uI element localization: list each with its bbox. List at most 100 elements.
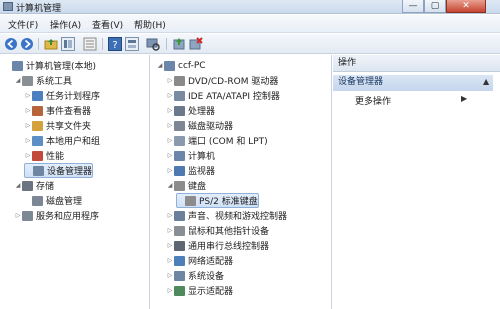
- tree-item-label: 共享文件夹: [46, 122, 92, 132]
- tree-item-label: 计算机管理(本地): [26, 62, 97, 72]
- scan-hardware-icon[interactable]: [146, 37, 160, 51]
- tree-item-label: 服务和应用程序: [36, 212, 100, 222]
- tree-item-label: 键盘: [188, 182, 207, 192]
- expand-arrow-icon[interactable]: ▷: [24, 122, 32, 129]
- forward-icon[interactable]: [20, 37, 34, 51]
- device-item[interactable]: ▷ 处理器: [166, 103, 215, 118]
- expand-arrow-icon[interactable]: ▷: [24, 137, 32, 144]
- tree-item-label: 端口 (COM 和 LPT): [188, 137, 268, 147]
- close-button[interactable]: ✕: [446, 0, 486, 13]
- tree-item[interactable]: ▷ 事件查看器: [24, 103, 91, 118]
- event-viewer-icon: [32, 105, 43, 116]
- expand-arrow-icon[interactable]: ▷: [14, 212, 22, 219]
- expand-arrow-icon[interactable]: ▷: [166, 122, 174, 129]
- device-item[interactable]: ▷ 监视器: [166, 163, 215, 178]
- minimize-button[interactable]: —: [402, 0, 424, 13]
- actions-header: 操作: [333, 55, 500, 72]
- shared-folder-icon: [32, 120, 43, 131]
- tree-item[interactable]: ▷ 服务和应用程序: [14, 208, 99, 223]
- device-item[interactable]: ▷ 系统设备: [166, 268, 224, 283]
- export-icon[interactable]: [83, 37, 97, 51]
- tree-item-label: DVD/CD-ROM 驱动器: [188, 77, 279, 87]
- device-item[interactable]: ▷ 显示适配器: [166, 283, 233, 298]
- back-icon[interactable]: [4, 37, 18, 51]
- device-item[interactable]: PS/2 标准键盘: [176, 193, 259, 208]
- tree-item-label: 系统工具: [36, 77, 73, 87]
- show-tree-icon[interactable]: [61, 37, 75, 51]
- expand-arrow-icon[interactable]: ▷: [166, 212, 174, 219]
- tree-item[interactable]: ◢ 存储: [14, 178, 54, 193]
- expand-arrow-icon[interactable]: ▷: [166, 272, 174, 279]
- device-item[interactable]: ▷ 鼠标和其他指针设备: [166, 223, 269, 238]
- expand-arrow-icon[interactable]: ▷: [166, 77, 174, 84]
- ide-icon: [174, 90, 185, 101]
- menu-file[interactable]: 文件(F): [8, 18, 38, 31]
- tree-item-label: 设备管理器: [47, 167, 93, 177]
- device-item[interactable]: ▷ DVD/CD-ROM 驱动器: [166, 73, 278, 88]
- menu-bar: 文件(F) 操作(A) 查看(V) 帮助(H): [0, 15, 500, 33]
- expand-arrow-icon[interactable]: ▷: [166, 242, 174, 249]
- keyboard-icon: [185, 195, 196, 206]
- sound-icon: [174, 210, 185, 221]
- system-device-icon: [174, 270, 185, 281]
- expand-arrow-icon[interactable]: ◢: [14, 182, 22, 189]
- expand-arrow-icon[interactable]: ▷: [166, 92, 174, 99]
- expand-arrow-icon[interactable]: ▷: [24, 152, 32, 159]
- collapse-arrow-icon[interactable]: ▲: [483, 77, 489, 86]
- device-item[interactable]: ◢ ccf-PC: [156, 58, 206, 73]
- expand-arrow-icon[interactable]: ◢: [166, 182, 174, 189]
- device-item[interactable]: ▷ 网络适配器: [166, 253, 233, 268]
- actions-section-device-manager[interactable]: 设备管理器: [333, 75, 493, 91]
- device-item[interactable]: ▷ 声音、视频和游戏控制器: [166, 208, 287, 223]
- tree-item-label: 任务计划程序: [46, 92, 101, 102]
- uninstall-icon[interactable]: [189, 37, 203, 51]
- device-item[interactable]: ▷ 端口 (COM 和 LPT): [166, 133, 268, 148]
- tree-item[interactable]: 磁盘管理: [24, 193, 82, 208]
- toolbar-separator: [38, 38, 39, 50]
- device-item[interactable]: ▷ 磁盘驱动器: [166, 118, 233, 133]
- more-actions-link[interactable]: 更多操作: [355, 94, 391, 107]
- help-icon[interactable]: ?: [108, 37, 122, 51]
- tree-item-label: ccf-PC: [178, 60, 206, 71]
- menu-view[interactable]: 查看(V): [92, 18, 123, 31]
- tree-item[interactable]: ▷ 本地用户和组: [24, 133, 100, 148]
- menu-action[interactable]: 操作(A): [50, 18, 81, 31]
- device-manager-icon: [33, 165, 44, 176]
- tree-item-label: 磁盘驱动器: [188, 122, 234, 132]
- expand-arrow-icon[interactable]: ▷: [24, 107, 32, 114]
- tree-item[interactable]: ▷ 共享文件夹: [24, 118, 91, 133]
- monitor-icon: [174, 165, 185, 176]
- tree-item-label: 声音、视频和游戏控制器: [188, 212, 288, 222]
- tree-item[interactable]: 计算机管理(本地): [4, 58, 96, 73]
- more-actions-arrow-icon[interactable]: ▶: [461, 94, 467, 103]
- dvd-icon: [174, 75, 185, 86]
- device-item[interactable]: ◢ 键盘: [166, 178, 206, 193]
- properties-icon[interactable]: [125, 37, 139, 51]
- menu-help[interactable]: 帮助(H): [134, 18, 166, 31]
- expand-arrow-icon[interactable]: ▷: [166, 107, 174, 114]
- tree-item[interactable]: ▷ 性能: [24, 148, 64, 163]
- expand-arrow-icon[interactable]: ▷: [166, 152, 174, 159]
- device-item[interactable]: ▷ IDE ATA/ATAPI 控制器: [166, 88, 280, 103]
- maximize-button[interactable]: ▢: [424, 0, 446, 13]
- up-folder-icon[interactable]: [44, 37, 58, 51]
- update-driver-icon[interactable]: [172, 37, 186, 51]
- tree-item-label: 系统设备: [188, 272, 225, 282]
- expand-arrow-icon[interactable]: ▷: [24, 92, 32, 99]
- expand-arrow-icon[interactable]: ▷: [166, 257, 174, 264]
- expand-arrow-icon[interactable]: ▷: [166, 137, 174, 144]
- port-icon: [174, 135, 185, 146]
- device-item[interactable]: ▷ 计算机: [166, 148, 215, 163]
- performance-icon: [32, 150, 43, 161]
- expand-arrow-icon[interactable]: ▷: [166, 287, 174, 294]
- device-item[interactable]: ▷ 通用串行总线控制器: [166, 238, 269, 253]
- tools-icon: [22, 75, 33, 86]
- tree-item[interactable]: ◢ 系统工具: [14, 73, 72, 88]
- expand-arrow-icon[interactable]: ◢: [14, 77, 22, 84]
- device-tree: ◢ ccf-PC ▷ DVD/CD-ROM 驱动器 ▷ IDE ATA/ATAPI 控制器…: [152, 55, 332, 309]
- expand-arrow-icon[interactable]: ▷: [166, 167, 174, 174]
- expand-arrow-icon[interactable]: ◢: [156, 62, 164, 69]
- tree-item[interactable]: 设备管理器: [24, 163, 94, 178]
- expand-arrow-icon[interactable]: ▷: [166, 227, 174, 234]
- tree-item[interactable]: ▷ 任务计划程序: [24, 88, 100, 103]
